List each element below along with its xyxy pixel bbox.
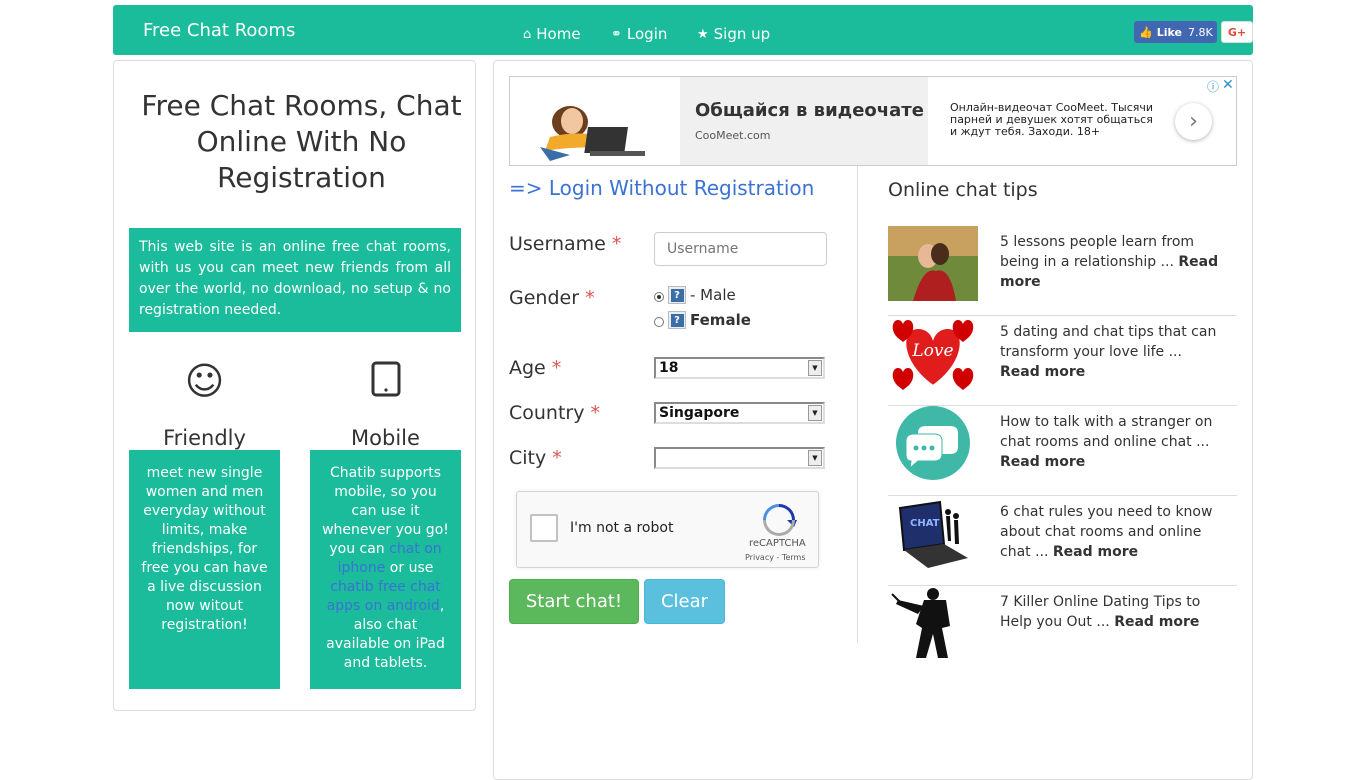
recaptcha-checkbox[interactable] <box>530 514 558 542</box>
ad-domain[interactable]: CooMeet.com <box>695 129 770 142</box>
thumbs-up-icon: 👍 <box>1139 25 1153 39</box>
feature-friendly: ☺ Friendly <box>129 361 280 450</box>
read-more-link[interactable]: Read more <box>1000 454 1085 470</box>
couple-photo[interactable] <box>888 226 978 301</box>
tips-heading: Online chat tips <box>888 179 1038 201</box>
tip-item[interactable]: Love 5 dating and chat tips that can tra… <box>888 316 1237 406</box>
recaptcha-privacy-terms[interactable]: Privacy - Terms <box>745 553 806 562</box>
feature-mobile: Mobile <box>310 361 461 450</box>
tip-text: 5 lessons people learn from being in a r… <box>1000 234 1219 290</box>
username-label: Username * <box>509 233 622 255</box>
svg-text:Love: Love <box>911 341 953 361</box>
gender-male-label: - Male <box>690 286 736 304</box>
feature-friendly-text: meet new single women and men everyday w… <box>129 450 280 689</box>
column-divider <box>857 166 858 643</box>
help-icon: ? <box>668 311 686 329</box>
recaptcha-icon <box>761 504 797 536</box>
home-icon: ⌂ <box>523 26 532 42</box>
dropdown-arrow-icon[interactable]: ▼ <box>808 450 822 466</box>
tip-text: 6 chat rules you need to know about chat… <box>1000 504 1213 560</box>
age-select[interactable]: 18 ▼ <box>654 357 825 379</box>
nav-home-label: Home <box>536 25 581 43</box>
key-icon: ⚭ <box>611 26 622 42</box>
recaptcha-label: I'm not a robot <box>570 520 674 536</box>
fb-like-count: 7.8K <box>1187 25 1213 39</box>
page-title: Free Chat Rooms, Chat Online With No Reg… <box>141 89 462 194</box>
tip-item[interactable]: How to talk with a stranger on chat room… <box>888 406 1237 496</box>
laptop-chat[interactable]: CHAT <box>888 496 978 571</box>
svg-text:CHAT: CHAT <box>910 518 940 529</box>
help-icon: ? <box>668 286 686 304</box>
tip-text: How to talk with a stranger on chat room… <box>1000 414 1213 470</box>
age-value: 18 <box>659 360 679 376</box>
read-more-link[interactable]: Read more <box>1000 364 1085 380</box>
gender-male-option[interactable]: ? - Male <box>654 286 736 304</box>
read-more-link[interactable]: Read more <box>1114 614 1199 630</box>
gender-female-option[interactable]: ? Female <box>654 311 751 329</box>
chat-bubble[interactable] <box>888 406 978 481</box>
dropdown-arrow-icon[interactable]: ▼ <box>808 405 822 421</box>
soldier-silhouette[interactable] <box>888 586 978 661</box>
username-input[interactable] <box>654 232 827 266</box>
ad-description: Онлайн-видеочат CooMeet. Тысячи парней и… <box>950 101 1154 138</box>
android-link[interactable]: chatib free chat apps on android <box>327 579 441 614</box>
start-chat-button[interactable]: Start chat! <box>509 579 639 624</box>
intro-text: This web site is an online free chat roo… <box>129 228 461 332</box>
clear-button[interactable]: Clear <box>644 579 725 624</box>
tip-item[interactable]: 5 lessons people learn from being in a r… <box>888 226 1237 316</box>
feature-mobile-text: Chatib supports mobile, so you can use i… <box>310 450 461 689</box>
mobile-text-2: or use <box>385 560 434 576</box>
feature-mobile-title: Mobile <box>351 426 420 450</box>
recaptcha-widget: I'm not a robot reCAPTCHA Privacy - Term… <box>516 491 819 568</box>
star-icon: ★ <box>697 26 709 42</box>
feature-friendly-title: Friendly <box>163 426 246 450</box>
google-plus-button[interactable]: G+ <box>1221 21 1253 43</box>
left-panel: Free Chat Rooms, Chat Online With No Reg… <box>113 60 476 711</box>
gender-label: Gender * <box>509 287 595 309</box>
love-hearts[interactable]: Love <box>888 316 978 391</box>
nav-home[interactable]: ⌂ Home <box>523 25 581 43</box>
read-more-link[interactable]: Read more <box>1053 544 1138 560</box>
brand-link[interactable]: Free Chat Rooms <box>143 20 295 41</box>
country-select[interactable]: Singapore ▼ <box>654 402 825 424</box>
tip-item[interactable]: CHAT 6 chat rules you need to know about… <box>888 496 1237 586</box>
tip-text: 7 Killer Online Dating Tips to Help you … <box>1000 594 1201 630</box>
top-navbar: Free Chat Rooms ⌂ Home ⚭ Login ★ Sign up… <box>113 5 1253 55</box>
recaptcha-brand: reCAPTCHA <box>749 538 806 549</box>
info-icon[interactable]: ⓘ <box>1207 78 1219 95</box>
tip-text: 5 dating and chat tips that can transfor… <box>1000 324 1217 380</box>
gender-male-radio[interactable] <box>654 292 664 302</box>
nav-login-label: Login <box>626 25 668 43</box>
dropdown-arrow-icon[interactable]: ▼ <box>808 360 822 376</box>
gender-female-radio[interactable] <box>654 317 664 327</box>
ad-image[interactable] <box>510 77 680 165</box>
city-select[interactable]: ▼ <box>654 447 825 469</box>
fb-like-label: Like <box>1156 25 1182 39</box>
advertisement-banner[interactable]: Общайся в видеочате CooMeet.com Онлайн-в… <box>509 76 1237 166</box>
nav-login[interactable]: ⚭ Login <box>611 25 667 43</box>
login-heading: => Login Without Registration <box>509 176 815 200</box>
nav-signup-label: Sign up <box>713 25 771 43</box>
facebook-like-button[interactable]: 👍 Like 7.8K <box>1134 21 1217 43</box>
city-label: City * <box>509 447 562 469</box>
ad-headline[interactable]: Общайся в видеочате <box>695 100 924 121</box>
gender-female-label: Female <box>690 311 751 329</box>
nav-signup[interactable]: ★ Sign up <box>697 25 770 43</box>
country-label: Country * <box>509 402 601 424</box>
smile-icon: ☺ <box>184 359 225 403</box>
close-icon[interactable]: ✕ <box>1222 77 1234 93</box>
chevron-right-icon[interactable]: › <box>1175 103 1212 140</box>
age-label: Age * <box>509 357 562 379</box>
tip-item[interactable]: 7 Killer Online Dating Tips to Help you … <box>888 586 1237 676</box>
country-value: Singapore <box>659 405 740 421</box>
tablet-icon <box>310 361 461 401</box>
